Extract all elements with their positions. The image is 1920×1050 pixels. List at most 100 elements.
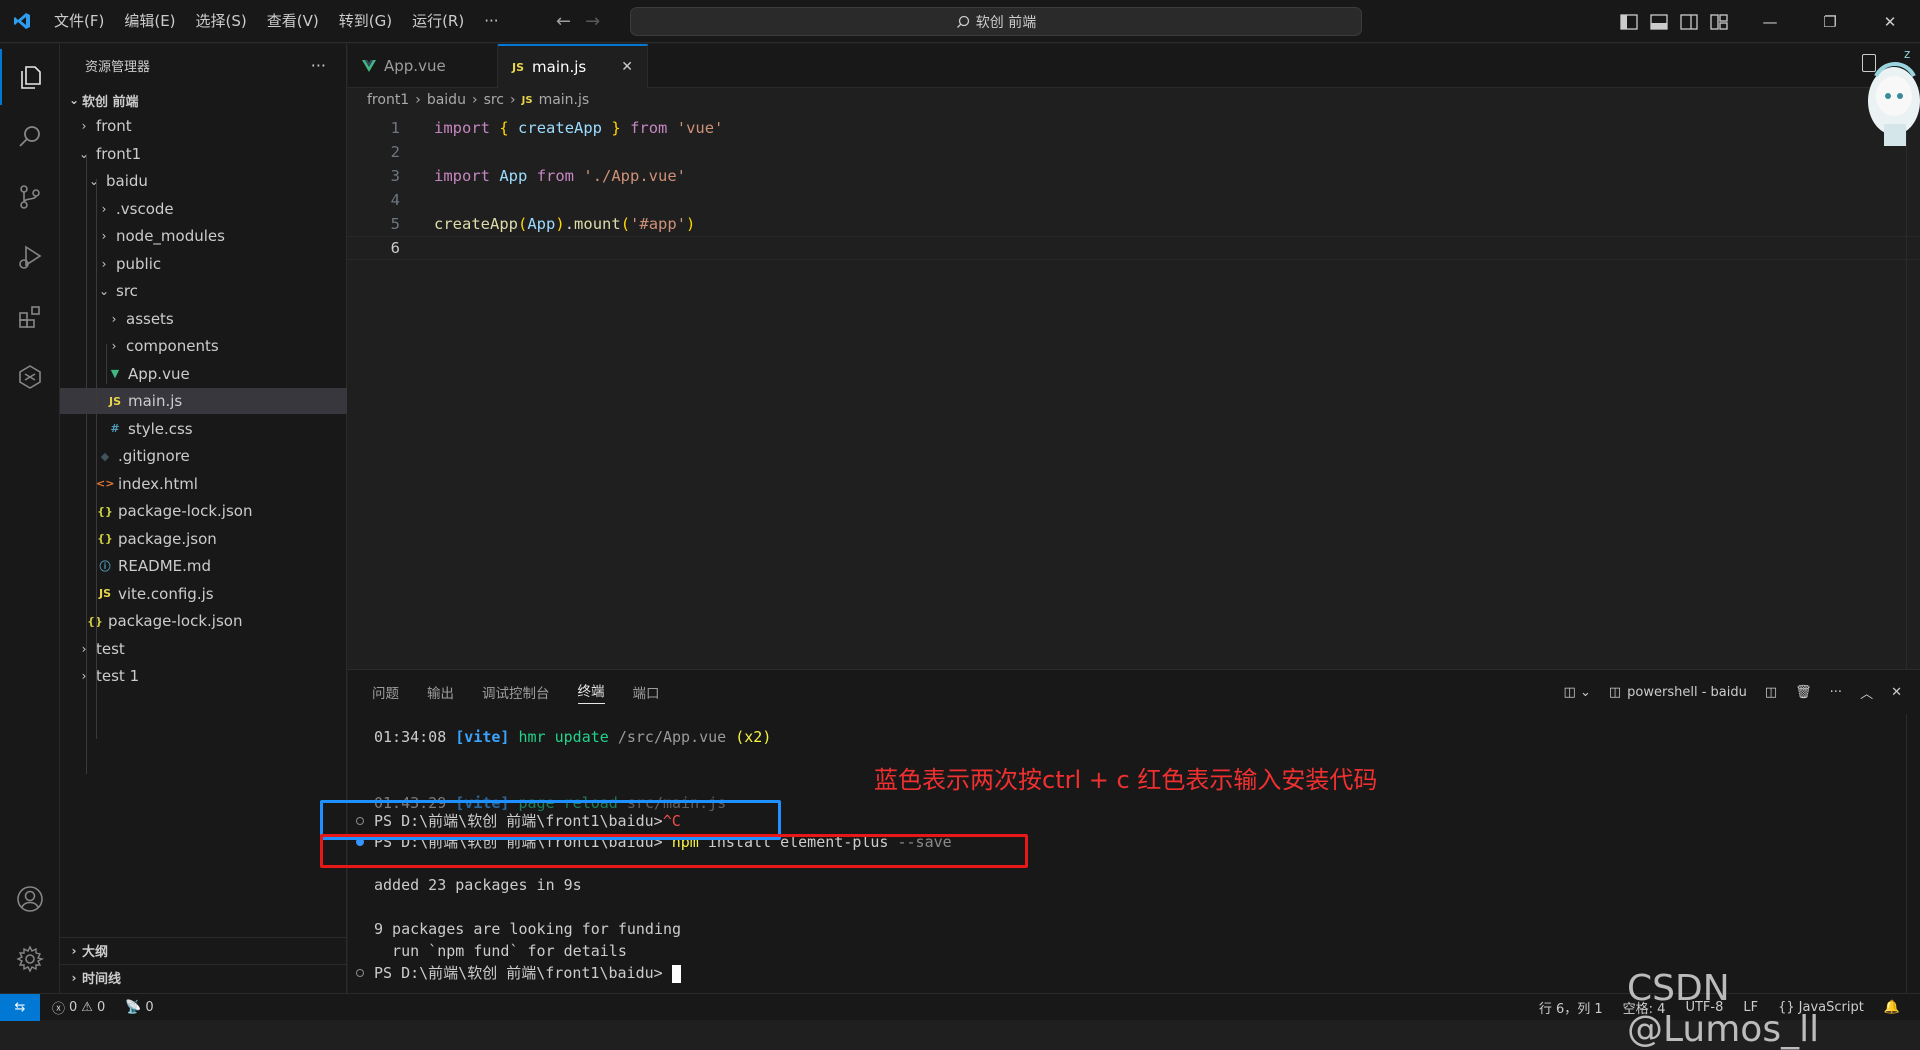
- forward-arrow-icon[interactable]: →: [585, 11, 600, 32]
- breadcrumb-item[interactable]: src: [484, 92, 504, 108]
- chevron-right-icon: ›: [510, 92, 516, 108]
- explorer-title: 资源管理器: [85, 60, 151, 75]
- toggle-sidebar-icon[interactable]: [1620, 13, 1638, 30]
- maximize-panel-icon[interactable]: ︿: [1860, 683, 1873, 702]
- search-icon: [956, 15, 969, 28]
- tab-problems[interactable]: 问题: [372, 682, 399, 702]
- manage-gear-icon[interactable]: [0, 931, 60, 987]
- workspace-root-label: 软创 前端: [82, 94, 139, 110]
- json-file-icon: {}: [97, 504, 113, 518]
- minimize-icon[interactable]: —: [1740, 13, 1800, 31]
- extensions-icon[interactable]: [0, 289, 60, 345]
- more-actions-icon[interactable]: ···: [1830, 685, 1842, 700]
- terminal-scrollbar[interactable]: [1906, 714, 1920, 994]
- menu-selection[interactable]: 选择(S): [186, 0, 257, 43]
- toggle-panel-icon[interactable]: [1650, 13, 1668, 30]
- folder-item[interactable]: › components: [60, 333, 347, 359]
- folder-item[interactable]: ⌄ baidu: [60, 168, 347, 194]
- file-item[interactable]: {} package-lock.json: [60, 498, 347, 524]
- ports-indicator[interactable]: 📡 0: [125, 1000, 153, 1015]
- folder-item[interactable]: › test 1: [60, 663, 347, 689]
- close-panel-icon[interactable]: ✕: [1891, 685, 1902, 700]
- file-item[interactable]: ▼ App.vue: [60, 361, 347, 387]
- file-item[interactable]: <> index.html: [60, 471, 347, 497]
- menu-run[interactable]: 运行(R): [402, 0, 474, 43]
- explorer-icon[interactable]: [0, 49, 60, 105]
- tree-item-label: baidu: [106, 172, 148, 190]
- editor-scrollbar[interactable]: [1906, 112, 1920, 669]
- command-center-search[interactable]: 软创 前端: [630, 7, 1362, 36]
- folder-item[interactable]: ⌄ front1: [60, 141, 347, 167]
- tree-item-label: index.html: [118, 474, 198, 493]
- tree-item-label: README.md: [118, 557, 212, 575]
- remote-explorer-icon[interactable]: [0, 349, 60, 405]
- breadcrumb-item[interactable]: baidu: [427, 92, 466, 108]
- menu-view[interactable]: 查看(V): [257, 0, 329, 43]
- split-terminal-dropdown-icon[interactable]: ◫ ⌄: [1564, 685, 1591, 700]
- file-item[interactable]: ◆ .gitignore: [60, 443, 347, 469]
- chevron-right-icon: ›: [111, 339, 117, 353]
- source-control-icon[interactable]: [0, 169, 60, 225]
- remote-indicator-icon[interactable]: ⇆: [0, 993, 40, 1021]
- menu-more[interactable]: ···: [474, 0, 508, 43]
- code-area[interactable]: 1 import { createApp } from 'vue' 2 3 im…: [348, 112, 1920, 669]
- folder-item[interactable]: › node_modules: [60, 223, 347, 249]
- customize-layout-icon[interactable]: [1710, 13, 1728, 30]
- file-item[interactable]: JS main.js: [60, 388, 347, 414]
- git-file-icon: ◆: [100, 449, 110, 463]
- timeline-section[interactable]: › 时间线: [60, 964, 347, 990]
- menu-file[interactable]: 文件(F): [44, 0, 114, 43]
- close-tab-icon[interactable]: ✕: [621, 59, 633, 75]
- menu-edit[interactable]: 编辑(E): [114, 0, 185, 43]
- toggle-secondary-sidebar-icon[interactable]: [1680, 13, 1698, 30]
- folder-item[interactable]: › front: [60, 113, 347, 139]
- search-activity-icon[interactable]: [0, 109, 60, 165]
- chevron-right-icon: ›: [71, 970, 77, 985]
- back-arrow-icon[interactable]: ←: [556, 11, 571, 32]
- file-item[interactable]: {} package-lock.json: [60, 608, 347, 634]
- restore-icon[interactable]: ❐: [1800, 13, 1860, 31]
- folder-item[interactable]: › .vscode: [60, 196, 347, 222]
- indent-guide: [106, 344, 107, 384]
- breadcrumb-item[interactable]: front1: [367, 92, 409, 108]
- command-decoration-icon[interactable]: [356, 969, 364, 977]
- file-item[interactable]: {} package.json: [60, 526, 347, 552]
- chevron-right-icon: ›: [101, 201, 107, 216]
- chevron-right-icon: ›: [415, 92, 421, 108]
- workspace-root[interactable]: ⌄ 软创 前端: [60, 87, 347, 113]
- tree-item-label: test: [96, 639, 125, 658]
- menu-go[interactable]: 转到(G): [329, 0, 402, 43]
- file-item[interactable]: JS vite.config.js: [60, 581, 347, 607]
- file-item[interactable]: # style.css: [60, 416, 347, 442]
- file-item[interactable]: ⓘ README.md: [60, 553, 347, 579]
- accounts-icon[interactable]: [0, 871, 60, 927]
- explorer-more-icon[interactable]: ···: [311, 56, 326, 75]
- tab-main-js[interactable]: JS main.js ✕: [498, 44, 648, 88]
- activity-bar: [0, 44, 60, 993]
- run-debug-icon[interactable]: [0, 229, 60, 285]
- tab-output[interactable]: 输出: [427, 682, 454, 702]
- problems-indicator[interactable]: ⓧ 0 ⚠ 0: [52, 998, 105, 1017]
- js-file-icon: JS: [512, 60, 525, 74]
- trash-icon[interactable]: 🗑: [1795, 685, 1812, 700]
- folder-item[interactable]: › public: [60, 251, 347, 277]
- folder-item[interactable]: › test: [60, 636, 347, 662]
- outline-section[interactable]: › 大纲: [60, 937, 347, 963]
- close-window-icon[interactable]: ✕: [1860, 13, 1920, 31]
- tab-debug-console[interactable]: 调试控制台: [482, 682, 550, 702]
- cursor-position[interactable]: 行 6，列 1: [1539, 998, 1603, 1017]
- line-number: 3: [390, 167, 400, 185]
- tab-ports[interactable]: 端口: [633, 682, 660, 702]
- tab-app-vue[interactable]: App.vue: [348, 44, 498, 88]
- watermark: CSDN @Lumos_ll: [1627, 968, 1820, 1050]
- tab-terminal[interactable]: 终端: [577, 680, 605, 704]
- breadcrumb-item[interactable]: main.js: [539, 92, 590, 108]
- terminal-selector[interactable]: ◫ powershell - baidu: [1609, 685, 1747, 700]
- title-bar: 文件(F) 编辑(E) 选择(S) 查看(V) 转到(G) 运行(R) ··· …: [0, 0, 1920, 43]
- folder-item[interactable]: › assets: [60, 306, 347, 332]
- folder-item[interactable]: ⌄ src: [60, 278, 347, 304]
- outline-label: 大纲: [82, 945, 109, 960]
- split-icon[interactable]: ◫: [1765, 685, 1777, 700]
- terminal-icon: ◫: [1608, 684, 1622, 700]
- code-text: import App from './App.vue': [434, 167, 687, 185]
